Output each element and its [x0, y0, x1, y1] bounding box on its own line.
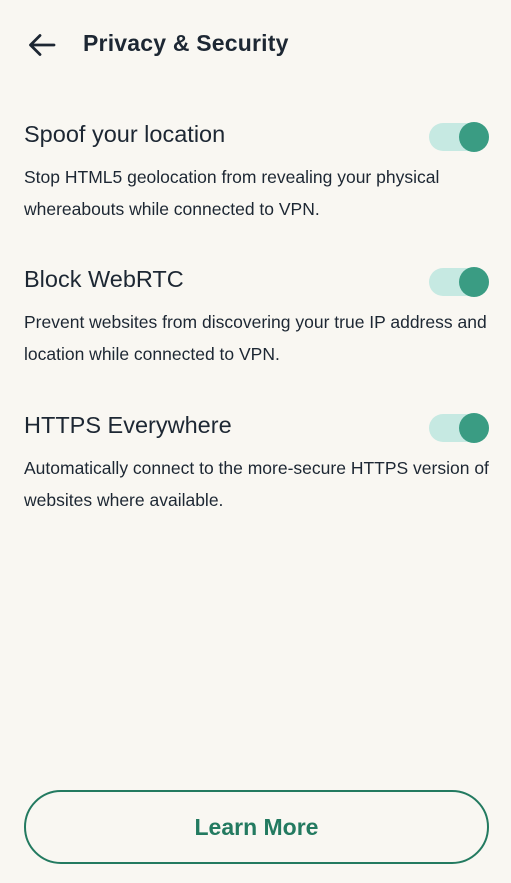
setting-spoof-location: Spoof your location Stop HTML5 geolocati…	[0, 121, 511, 251]
setting-description: Prevent websites from discovering your t…	[24, 312, 487, 364]
privacy-security-screen: Privacy & Security Spoof your location S…	[0, 0, 511, 883]
setting-description: Stop HTML5 geolocation from revealing yo…	[24, 167, 440, 219]
https-everywhere-toggle[interactable]	[429, 413, 489, 443]
back-button[interactable]	[22, 26, 62, 64]
setting-description: Automatically connect to the more-secure…	[24, 458, 489, 510]
toggle-thumb	[459, 267, 489, 297]
toggle-thumb	[459, 122, 489, 152]
setting-title: HTTPS Everywhere	[24, 412, 232, 438]
block-webrtc-toggle[interactable]	[429, 267, 489, 297]
setting-title: Block WebRTC	[24, 266, 184, 292]
page-title: Privacy & Security	[83, 30, 289, 56]
learn-more-button[interactable]: Learn More	[24, 790, 489, 864]
toggle-thumb	[459, 413, 489, 443]
header: Privacy & Security	[0, 0, 511, 90]
setting-title: Spoof your location	[24, 121, 226, 147]
arrow-left-icon	[29, 34, 56, 56]
setting-https-everywhere: HTTPS Everywhere Automatically connect t…	[0, 412, 511, 542]
setting-block-webrtc: Block WebRTC Prevent websites from disco…	[0, 266, 511, 396]
spoof-location-toggle[interactable]	[429, 122, 489, 152]
